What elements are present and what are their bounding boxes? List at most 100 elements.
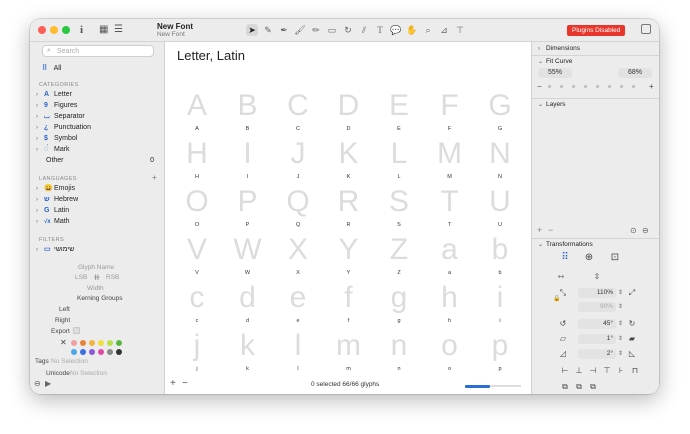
slant-right-icon[interactable]: ▰ bbox=[627, 334, 637, 344]
zoom-window-button[interactable] bbox=[62, 26, 70, 34]
width-field[interactable]: Width bbox=[87, 285, 104, 292]
glyph-cell[interactable]: kk bbox=[223, 330, 273, 380]
glyph-cell[interactable]: cc bbox=[172, 282, 222, 332]
slant-stepper[interactable]: ⇕ bbox=[618, 335, 623, 342]
clear-color-icon[interactable]: ✕ bbox=[60, 338, 67, 347]
sidebar-item-math[interactable]: › √x Math bbox=[36, 217, 158, 227]
glyph-cell[interactable]: MM bbox=[425, 138, 475, 188]
dimensions-section[interactable]: › Dimensions bbox=[538, 45, 580, 52]
lock-proportions-icon[interactable]: 🔒 bbox=[552, 294, 562, 304]
sidebar-item-filter[interactable]: › ▭ שימושי bbox=[36, 245, 158, 255]
transformations-section[interactable]: ⌄ Transformations bbox=[538, 241, 593, 248]
glyph-cell[interactable]: FF bbox=[425, 90, 475, 140]
layer-remove-icon[interactable]: ⊖ bbox=[642, 226, 649, 235]
color-label-swatch[interactable] bbox=[71, 349, 77, 355]
glyph-cell[interactable]: II bbox=[223, 138, 273, 188]
fit-curve-decrease-button[interactable]: − bbox=[537, 82, 542, 91]
sidebar-item-symbol[interactable]: › $ Symbol bbox=[36, 134, 158, 144]
glyph-cell[interactable]: RR bbox=[324, 186, 374, 236]
rotate-right-icon[interactable]: ↻ bbox=[627, 319, 637, 329]
scale-y-stepper[interactable]: ⇕ bbox=[618, 303, 623, 310]
glyph-cell[interactable]: mm bbox=[324, 330, 374, 380]
glyph-cell[interactable]: VV bbox=[172, 234, 222, 284]
slant-field[interactable]: 1° bbox=[578, 334, 616, 344]
flip-vertical-icon[interactable]: ⇳ bbox=[592, 272, 602, 282]
glyph-cell[interactable]: ee bbox=[273, 282, 323, 332]
sidebar-item-separator[interactable]: › ⌴ Separator bbox=[36, 112, 158, 122]
rotate-field[interactable]: 45° bbox=[578, 319, 616, 329]
glyph-cell[interactable]: CC bbox=[273, 90, 323, 140]
align-right-icon[interactable]: ⊣ bbox=[588, 366, 598, 376]
glyph-cell[interactable]: EE bbox=[374, 90, 424, 140]
color-label-swatch[interactable] bbox=[71, 340, 77, 346]
text-tool-icon[interactable]: T bbox=[374, 24, 386, 36]
glyph-name-field[interactable]: Glyph Name bbox=[78, 264, 114, 271]
fit-curve-section[interactable]: ⌄ Fit Curve bbox=[538, 58, 572, 65]
add-glyph-button[interactable]: + bbox=[170, 378, 176, 389]
export-checkbox[interactable] bbox=[73, 327, 80, 334]
glyph-cell[interactable]: LL bbox=[374, 138, 424, 188]
color-label-swatch[interactable] bbox=[89, 340, 95, 346]
draw-tool-icon[interactable]: ✎ bbox=[262, 24, 274, 36]
glyph-cell[interactable]: gg bbox=[374, 282, 424, 332]
align-top-icon[interactable]: ⊤ bbox=[602, 366, 612, 376]
skew-right-icon[interactable]: ◺ bbox=[627, 349, 637, 359]
scale-x-field[interactable]: 110% bbox=[578, 288, 616, 298]
fit-curve-increase-button[interactable]: + bbox=[649, 82, 654, 91]
glyph-cell[interactable]: SS bbox=[374, 186, 424, 236]
hand-tool-icon[interactable]: ✋ bbox=[406, 24, 418, 36]
glyph-cell[interactable]: ZZ bbox=[374, 234, 424, 284]
measure-tool-icon[interactable]: ⊿ bbox=[438, 24, 450, 36]
glyph-cell[interactable]: ff bbox=[324, 282, 374, 332]
glyph-cell[interactable]: AA bbox=[172, 90, 222, 140]
glyph-cell[interactable]: BB bbox=[223, 90, 273, 140]
glyph-cell[interactable]: GG bbox=[475, 90, 525, 140]
glyph-cell[interactable]: NN bbox=[475, 138, 525, 188]
remove-layer-button[interactable]: − bbox=[548, 225, 553, 235]
origin-grid-icon[interactable]: ⠿ bbox=[560, 253, 570, 263]
glyph-cell[interactable]: WW bbox=[223, 234, 273, 284]
pencil-tool-icon[interactable]: ✏ bbox=[310, 24, 322, 36]
color-label-swatch[interactable] bbox=[107, 340, 113, 346]
plugins-disabled-badge[interactable]: Plugins Disabled bbox=[567, 25, 626, 36]
glyph-cell[interactable]: ii bbox=[475, 282, 525, 332]
info-icon[interactable]: i bbox=[80, 24, 83, 36]
boolean-intersect-icon[interactable]: ⧉ bbox=[588, 382, 598, 392]
layers-section[interactable]: ⌄ Layers bbox=[538, 101, 566, 108]
fit-curve-max-field[interactable]: 68% bbox=[618, 68, 652, 78]
glyph-cell[interactable]: OO bbox=[172, 186, 222, 236]
glyph-cell[interactable]: nn bbox=[374, 330, 424, 380]
rectangle-tool-icon[interactable]: ▭ bbox=[326, 24, 338, 36]
align-bottom-icon[interactable]: ⊓ bbox=[630, 366, 640, 376]
color-label-swatch[interactable] bbox=[116, 349, 122, 355]
glyph-cell[interactable]: XX bbox=[273, 234, 323, 284]
boolean-union-icon[interactable]: ⧉ bbox=[560, 382, 570, 392]
glyph-cell[interactable]: dd bbox=[223, 282, 273, 332]
remove-circle-icon[interactable]: ⊖ bbox=[34, 379, 41, 388]
minimize-window-button[interactable] bbox=[50, 26, 58, 34]
glyph-cell[interactable]: TT bbox=[425, 186, 475, 236]
scale-x-stepper[interactable]: ⇕ bbox=[618, 289, 623, 296]
glyph-cell[interactable]: YY bbox=[324, 234, 374, 284]
glyph-cell[interactable]: HH bbox=[172, 138, 222, 188]
fit-curve-min-field[interactable]: 55% bbox=[538, 68, 572, 78]
glyph-cell[interactable]: hh bbox=[425, 282, 475, 332]
slant-left-icon[interactable]: ▱ bbox=[558, 334, 568, 344]
color-label-swatch[interactable] bbox=[116, 340, 122, 346]
color-label-swatch[interactable] bbox=[98, 340, 104, 346]
sidebar-item-mark[interactable]: › ◌́ Mark bbox=[36, 145, 158, 155]
ruler-tool-icon[interactable]: ⊤ bbox=[454, 24, 466, 36]
select-tool-icon[interactable]: ➤ bbox=[246, 24, 258, 36]
glyph-cell[interactable]: JJ bbox=[273, 138, 323, 188]
play-circle-icon[interactable]: ▶ bbox=[45, 379, 51, 388]
boolean-subtract-icon[interactable]: ⧉ bbox=[574, 382, 584, 392]
remove-glyph-button[interactable]: − bbox=[182, 378, 188, 389]
sidebar-item-punctuation[interactable]: › ¿ Punctuation bbox=[36, 123, 158, 133]
sidebar-toggle-icon[interactable] bbox=[641, 24, 651, 34]
sidebar-item-letter[interactable]: › A Letter bbox=[36, 90, 158, 100]
search-input[interactable]: ⌕ Search bbox=[42, 45, 154, 57]
glyph-cell[interactable]: jj bbox=[172, 330, 222, 380]
add-layer-button[interactable]: + bbox=[537, 225, 542, 235]
center-origin-icon[interactable]: ⊡ bbox=[610, 253, 620, 263]
glyph-cell[interactable]: KK bbox=[324, 138, 374, 188]
